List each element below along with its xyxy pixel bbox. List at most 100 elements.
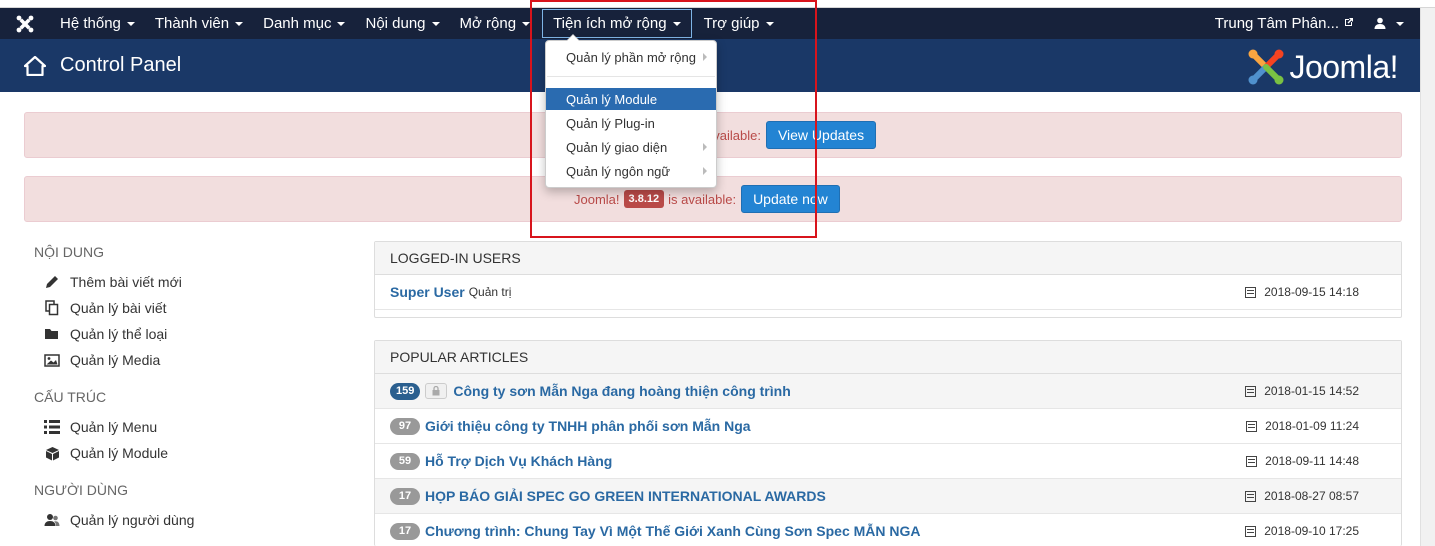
sidebar-item-articles[interactable]: Quản lý bài viết <box>42 300 167 316</box>
pencil-icon <box>42 274 62 290</box>
sidebar-item-label: Quản lý Media <box>70 352 161 368</box>
nav-label: Thành viên <box>154 15 230 32</box>
nav-menu-categories[interactable]: Danh mục <box>253 8 355 39</box>
menu-item-extension-manager[interactable]: Quản lý phần mở rộng <box>546 46 716 68</box>
nav-menu-help[interactable]: Trợ giúp <box>694 8 784 39</box>
nav-label: Hệ thống <box>60 15 121 32</box>
folder-icon <box>42 327 62 341</box>
nav-label: Mở rộng <box>459 15 517 32</box>
row-date: 2018-09-10 17:25 <box>1245 524 1359 538</box>
menu-item-plugin-manager[interactable]: Quản lý Plug-in <box>546 112 716 134</box>
image-icon <box>42 353 62 367</box>
row-date: 2018-08-27 08:57 <box>1245 489 1359 503</box>
caret-down-icon <box>431 21 440 26</box>
panel-title: LOGGED-IN USERS <box>375 242 1401 275</box>
sidebar-heading-content: NỘI DUNG <box>34 244 104 260</box>
table-row: 17 HỌP BÁO GIẢI SPEC GO GREEN INTERNATIO… <box>375 479 1401 514</box>
sidebar-item-users[interactable]: Quản lý người dùng <box>42 512 194 528</box>
popular-articles-panel: POPULAR ARTICLES 159 Công ty sơn Mẫn Nga… <box>374 340 1402 546</box>
calendar-icon <box>1245 286 1257 298</box>
caret-down-icon <box>1396 21 1404 26</box>
chevron-right-icon <box>703 143 707 151</box>
site-link[interactable]: Trung Tâm Phân... <box>1205 8 1364 39</box>
caret-down-icon <box>337 21 346 26</box>
chevron-right-icon <box>703 53 707 61</box>
sidebar-item-label: Thêm bài viết mới <box>70 274 182 290</box>
nav-label: Tiện ích mở rộng <box>553 15 667 32</box>
logged-in-users-panel: LOGGED-IN USERS Super User Quản trị 2018… <box>374 241 1402 318</box>
menu-item-template-manager[interactable]: Quản lý giao diện <box>546 136 716 158</box>
date-text: 2018-01-09 11:24 <box>1265 419 1359 433</box>
article-title-link[interactable]: Giới thiệu công ty TNHH phân phối sơn Mẫ… <box>425 418 751 434</box>
sidebar-heading-structure: CẤU TRÚC <box>34 389 107 405</box>
browser-top-edge <box>0 0 1435 8</box>
extensions-dropdown-menu: Quản lý phần mở rộng Quản lý Module Quản… <box>545 34 717 188</box>
sidebar-item-categories[interactable]: Quản lý thể loại <box>42 326 167 342</box>
menu-item-module-manager[interactable]: Quản lý Module <box>546 88 716 110</box>
sidebar-item-new-article[interactable]: Thêm bài viết mới <box>42 274 182 290</box>
date-text: 2018-08-27 08:57 <box>1264 489 1359 503</box>
calendar-icon <box>1245 385 1257 397</box>
user-menu[interactable] <box>1364 8 1420 39</box>
nav-label: Nội dung <box>365 15 426 32</box>
calendar-icon <box>1246 455 1258 467</box>
users-icon <box>42 513 62 527</box>
row-date: 2018-09-11 14:48 <box>1246 454 1359 468</box>
article-title-link[interactable]: Công ty sơn Mẫn Nga đang hoàng thiện côn… <box>453 383 790 399</box>
nav-menu-users[interactable]: Thành viên <box>145 8 253 39</box>
site-name: Trung Tâm Phân... <box>1214 15 1339 32</box>
chevron-right-icon <box>703 167 707 175</box>
nav-label: Danh mục <box>263 15 332 32</box>
sidebar-item-label: Quản lý người dùng <box>70 512 195 528</box>
menu-divider <box>547 76 715 77</box>
date-text: 2018-09-10 17:25 <box>1264 524 1359 538</box>
home-icon <box>22 53 48 79</box>
caret-down-icon <box>235 21 244 26</box>
menu-item-label: Quản lý Module <box>566 91 658 107</box>
sidebar-item-label: Quản lý bài viết <box>70 300 167 316</box>
hits-badge: 17 <box>390 487 420 505</box>
joomla-logo-icon <box>1248 49 1284 85</box>
sidebar-item-modules[interactable]: Quản lý Module <box>42 445 168 461</box>
copy-icon <box>42 300 62 316</box>
date-text: 2018-09-15 14:18 <box>1264 285 1359 299</box>
nav-label: Trợ giúp <box>703 15 760 32</box>
joomla-logo-text: Joomla! <box>1289 48 1398 85</box>
nav-menu-content[interactable]: Nội dung <box>355 8 449 39</box>
sidebar-item-media[interactable]: Quản lý Media <box>42 352 160 368</box>
article-title-link[interactable]: Chương trình: Chung Tay Vì Một Thế Giới … <box>425 523 921 539</box>
hits-badge: 59 <box>390 452 420 470</box>
view-updates-button[interactable]: View Updates <box>765 121 877 149</box>
hits-badge: 17 <box>390 522 420 540</box>
user-icon <box>1374 16 1386 32</box>
caret-down-icon <box>126 21 135 26</box>
table-row: 97 Giới thiệu công ty TNHH phân phối sơn… <box>375 409 1401 444</box>
caret-down-icon <box>672 21 681 26</box>
row-date: 2018-01-15 14:52 <box>1245 384 1359 398</box>
sidebar-item-label: Quản lý thể loại <box>70 326 168 342</box>
user-name-link[interactable]: Super User <box>390 284 465 300</box>
external-link-icon <box>1344 17 1354 30</box>
nav-menu-extensions[interactable]: Tiện ích mở rộng <box>542 9 692 38</box>
caret-down-icon <box>522 21 531 26</box>
table-row: 159 Công ty sơn Mẫn Nga đang hoàng thiện… <box>375 374 1401 409</box>
caret-down-icon <box>765 21 774 26</box>
vertical-scrollbar[interactable] <box>1420 8 1435 546</box>
nav-menu-system[interactable]: Hệ thống <box>50 8 145 39</box>
update-now-button[interactable]: Update now <box>741 185 840 213</box>
nav-menu-extend[interactable]: Mở rộng <box>450 8 541 39</box>
joomla-x-icon[interactable] <box>0 8 50 39</box>
date-text: 2018-09-11 14:48 <box>1265 454 1359 468</box>
article-title-link[interactable]: Hỗ Trợ Dịch Vụ Khách Hàng <box>425 453 612 469</box>
row-date: 2018-01-09 11:24 <box>1246 419 1359 433</box>
sidebar-item-menus[interactable]: Quản lý Menu <box>42 419 157 435</box>
lock-icon <box>425 383 448 399</box>
menu-item-label: Quản lý phần mở rộng <box>566 49 696 65</box>
article-title-link[interactable]: HỌP BÁO GIẢI SPEC GO GREEN INTERNATIONAL… <box>425 488 826 504</box>
alert-prefix: Joomla! <box>574 191 620 207</box>
menu-item-label: Quản lý Plug-in <box>566 115 655 131</box>
menu-item-language-manager[interactable]: Quản lý ngôn ngữ <box>546 160 716 182</box>
table-row: 59 Hỗ Trợ Dịch Vụ Khách Hàng 2018-09-11 … <box>375 444 1401 479</box>
sidebar-heading-users: NGƯỜI DÙNG <box>34 482 128 498</box>
menu-item-label: Quản lý giao diện <box>566 139 668 155</box>
